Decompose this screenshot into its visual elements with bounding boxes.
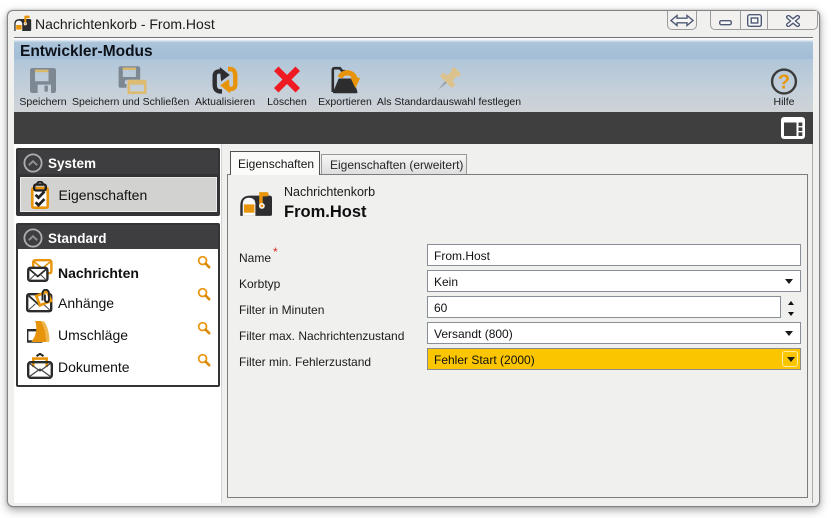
svg-text:?: ? [778,72,790,94]
